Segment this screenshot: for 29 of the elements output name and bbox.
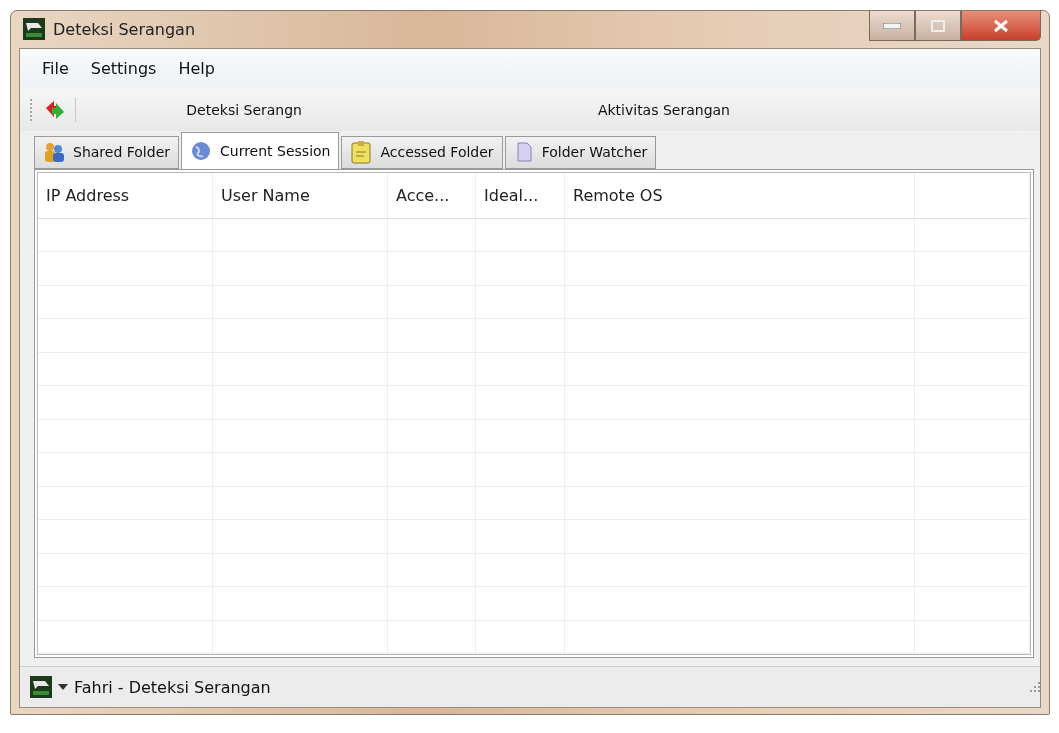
column-header[interactable]: Remote OS: [565, 172, 915, 218]
status-text: Fahri - Deteksi Serangan: [74, 677, 272, 697]
column-header[interactable]: IP Address: [38, 172, 213, 218]
maximize-button[interactable]: [915, 11, 961, 41]
dropdown-caret-icon[interactable]: [58, 684, 68, 690]
maximize-icon: [931, 19, 945, 32]
people-icon: [43, 141, 65, 163]
minimize-button[interactable]: [869, 11, 915, 41]
tab[interactable]: Folder Watcher: [504, 135, 657, 169]
menu-item[interactable]: Help: [170, 55, 223, 82]
menu-item[interactable]: File: [34, 55, 77, 82]
globe-icon: [190, 139, 212, 162]
tab[interactable]: Current Session: [181, 131, 340, 169]
toolbar-label: Deteksi Serangn: [185, 101, 303, 118]
column-header[interactable]: Ideal...: [476, 172, 565, 218]
minimize-icon: [883, 22, 901, 29]
menu-item[interactable]: Settings: [82, 55, 165, 82]
app-icon: [23, 18, 45, 41]
toolbar-label: Aktivitas Serangan: [596, 101, 731, 118]
note-icon: [350, 140, 373, 164]
app-icon: [30, 676, 52, 698]
close-icon: [993, 18, 1009, 33]
tab[interactable]: Accessed Folder: [341, 135, 503, 169]
resize-grip-icon[interactable]: [1030, 682, 1040, 692]
column-header[interactable]: User Name: [213, 172, 388, 218]
close-button[interactable]: [961, 11, 1041, 41]
tab[interactable]: Shared Folder: [34, 135, 179, 169]
column-header[interactable]: Acce...: [388, 172, 476, 218]
window-title: Deteksi Serangan: [53, 19, 197, 39]
